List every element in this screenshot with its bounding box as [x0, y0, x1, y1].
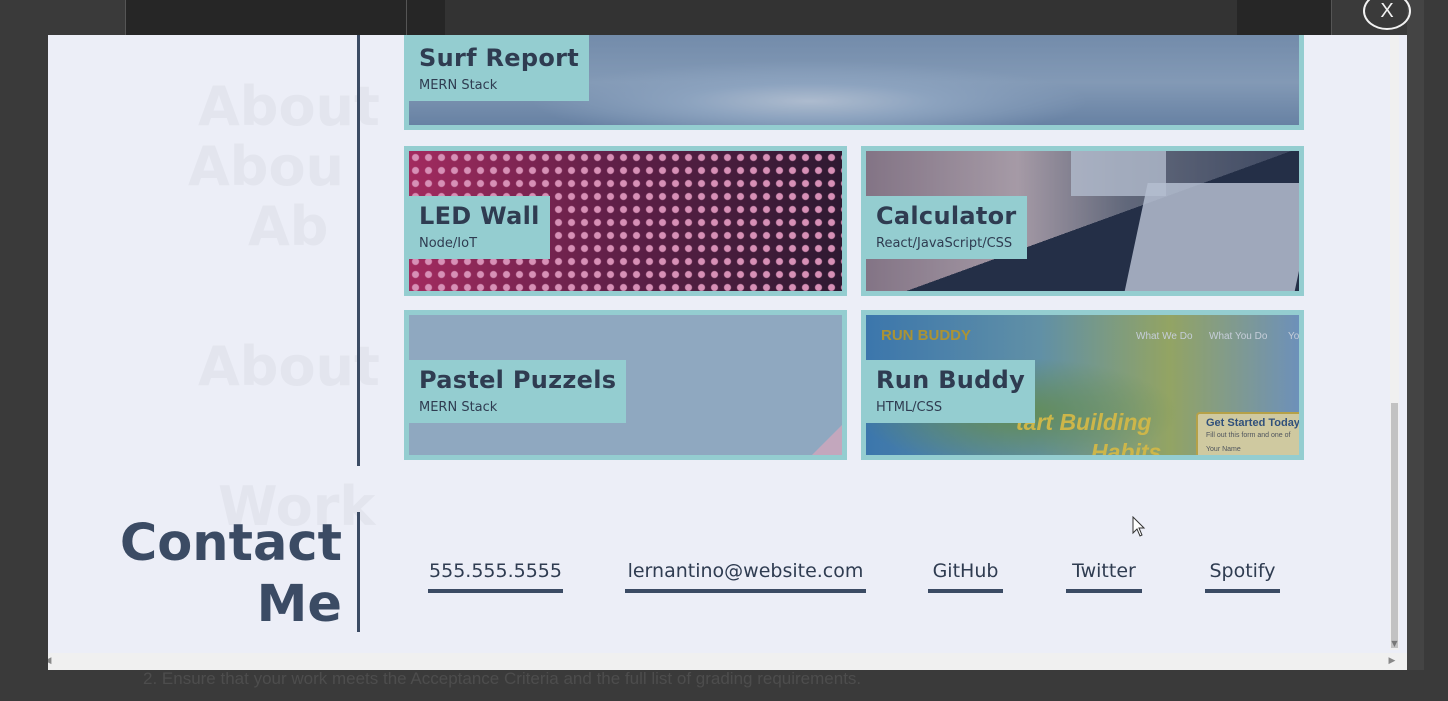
contact-link-spotify[interactable]: Spotify: [1205, 560, 1280, 593]
project-title: Pastel Puzzels: [419, 366, 617, 394]
project-label: Surf Report MERN Stack: [409, 35, 590, 101]
background-right-strip: [1407, 0, 1424, 670]
horizontal-scrollbar[interactable]: ◀ ▶: [48, 653, 1407, 670]
project-label: Calculator React/JavaScript/CSS: [866, 196, 1027, 259]
ghost-heading: Abou: [188, 135, 344, 198]
ghost-heading: About: [198, 335, 380, 398]
project-title: Calculator: [876, 202, 1017, 230]
project-card-calculator[interactable]: Calculator React/JavaScript/CSS: [861, 146, 1304, 296]
contact-divider: [357, 512, 360, 632]
scroll-left-arrow-icon[interactable]: ◀: [48, 656, 53, 666]
background-instruction-line: 2. Ensure that your work meets the Accep…: [143, 669, 862, 688]
vertical-scrollbar[interactable]: ▼: [1390, 35, 1399, 650]
project-title: Surf Report: [419, 44, 580, 72]
project-label: LED Wall Node/IoT: [409, 196, 550, 259]
project-stack: React/JavaScript/CSS: [876, 236, 1013, 251]
ghost-heading: Ab: [248, 195, 329, 258]
project-card-run-buddy[interactable]: RUN BUDDY What We Do What You Do Yo tart…: [861, 310, 1304, 460]
contact-heading: Contact Me: [118, 513, 342, 635]
project-stack: Node/IoT: [419, 236, 478, 251]
ghost-heading: About: [198, 75, 380, 138]
contact-link-github[interactable]: GitHub: [928, 560, 1003, 593]
scroll-right-arrow-icon[interactable]: ▶: [1387, 656, 1397, 666]
project-card-led-wall[interactable]: LED Wall Node/IoT: [404, 146, 847, 296]
project-card-surf-report[interactable]: Surf Report MERN Stack: [404, 35, 1304, 130]
vertical-scrollbar-thumb[interactable]: [1391, 403, 1398, 648]
contact-link-phone[interactable]: 555.555.5555: [428, 560, 563, 593]
project-stack: MERN Stack: [419, 400, 498, 415]
background-header-divider: [406, 0, 407, 36]
project-label: Run Buddy HTML/CSS: [866, 360, 1036, 423]
image-corner-accent: [812, 425, 842, 455]
project-stack: MERN Stack: [419, 78, 498, 93]
mouse-cursor-icon: [1132, 516, 1146, 537]
contact-heading-line: Contact: [119, 514, 342, 573]
background-header-panel: [445, 0, 1237, 36]
work-section-divider: [357, 35, 360, 466]
project-title: Run Buddy: [876, 366, 1026, 394]
project-stack: HTML/CSS: [876, 400, 943, 415]
scroll-down-arrow-icon[interactable]: ▼: [1390, 639, 1399, 649]
preview-modal: About Abou Ab About Work Surf Report MER…: [48, 35, 1407, 670]
project-label: Pastel Puzzels MERN Stack: [409, 360, 627, 423]
contact-heading-line: Me: [256, 575, 342, 634]
contact-link-email[interactable]: lernantino@website.com: [625, 560, 866, 593]
project-card-pastel-puzzels[interactable]: Pastel Puzzels MERN Stack: [404, 310, 847, 460]
contact-link-twitter[interactable]: Twitter: [1066, 560, 1142, 593]
project-title: LED Wall: [419, 202, 540, 230]
